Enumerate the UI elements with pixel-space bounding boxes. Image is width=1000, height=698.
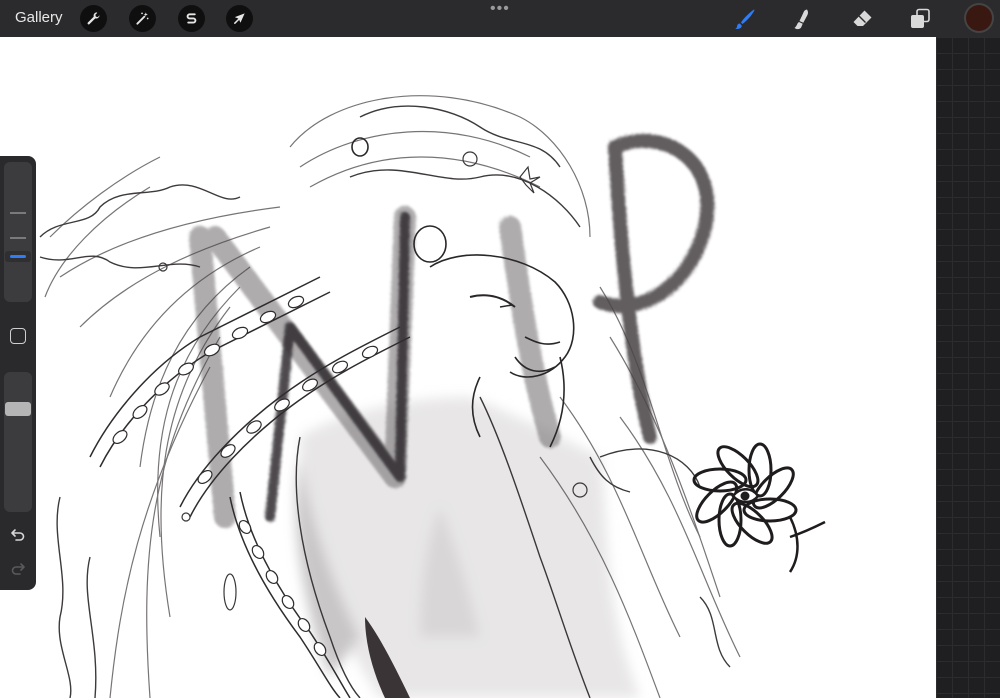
brush-opacity-slider[interactable]: [4, 372, 32, 512]
top-toolbar: Gallery •••: [0, 0, 1000, 37]
artwork-illustration: [39, 95, 826, 698]
smudge-tool-button[interactable]: [790, 6, 816, 32]
layers-button[interactable]: [907, 6, 933, 32]
brush-opacity-thumb[interactable]: [5, 402, 31, 416]
selection-s-icon: [186, 13, 197, 24]
brush-icon: [735, 9, 755, 29]
size-tick: [10, 237, 26, 239]
brush-size-thumb[interactable]: [5, 251, 31, 262]
transform-arrow-icon: [234, 13, 245, 24]
selection-button[interactable]: [178, 5, 205, 32]
eraser-icon: [853, 10, 872, 26]
wrench-icon: [87, 12, 100, 25]
brush-size-slider[interactable]: [4, 162, 32, 302]
body-shading: [296, 397, 640, 698]
canvas-overscroll-grid: [936, 37, 1000, 698]
layers-icon: [911, 8, 930, 28]
letter-p-stroke: [593, 133, 715, 444]
redo-icon: [11, 563, 25, 575]
modify-button[interactable]: [10, 328, 26, 344]
adjustments-button[interactable]: [129, 5, 156, 32]
left-sidebar: [0, 156, 36, 590]
eye-flower-drawing: [692, 442, 826, 573]
magic-wand-icon: [136, 12, 149, 25]
gallery-button[interactable]: Gallery: [15, 9, 63, 26]
smudge-icon: [794, 9, 809, 30]
undo-icon: [11, 529, 25, 541]
size-tick: [10, 212, 26, 214]
transform-button[interactable]: [226, 5, 253, 32]
eraser-tool-button[interactable]: [849, 6, 875, 32]
undo-button[interactable]: [8, 524, 28, 544]
actions-button[interactable]: [80, 5, 107, 32]
more-options-button[interactable]: •••: [490, 1, 510, 17]
drawing-canvas[interactable]: [0, 37, 936, 698]
brush-tool-button[interactable]: [732, 6, 758, 32]
redo-button[interactable]: [8, 558, 28, 578]
color-swatch-button[interactable]: [966, 5, 992, 31]
